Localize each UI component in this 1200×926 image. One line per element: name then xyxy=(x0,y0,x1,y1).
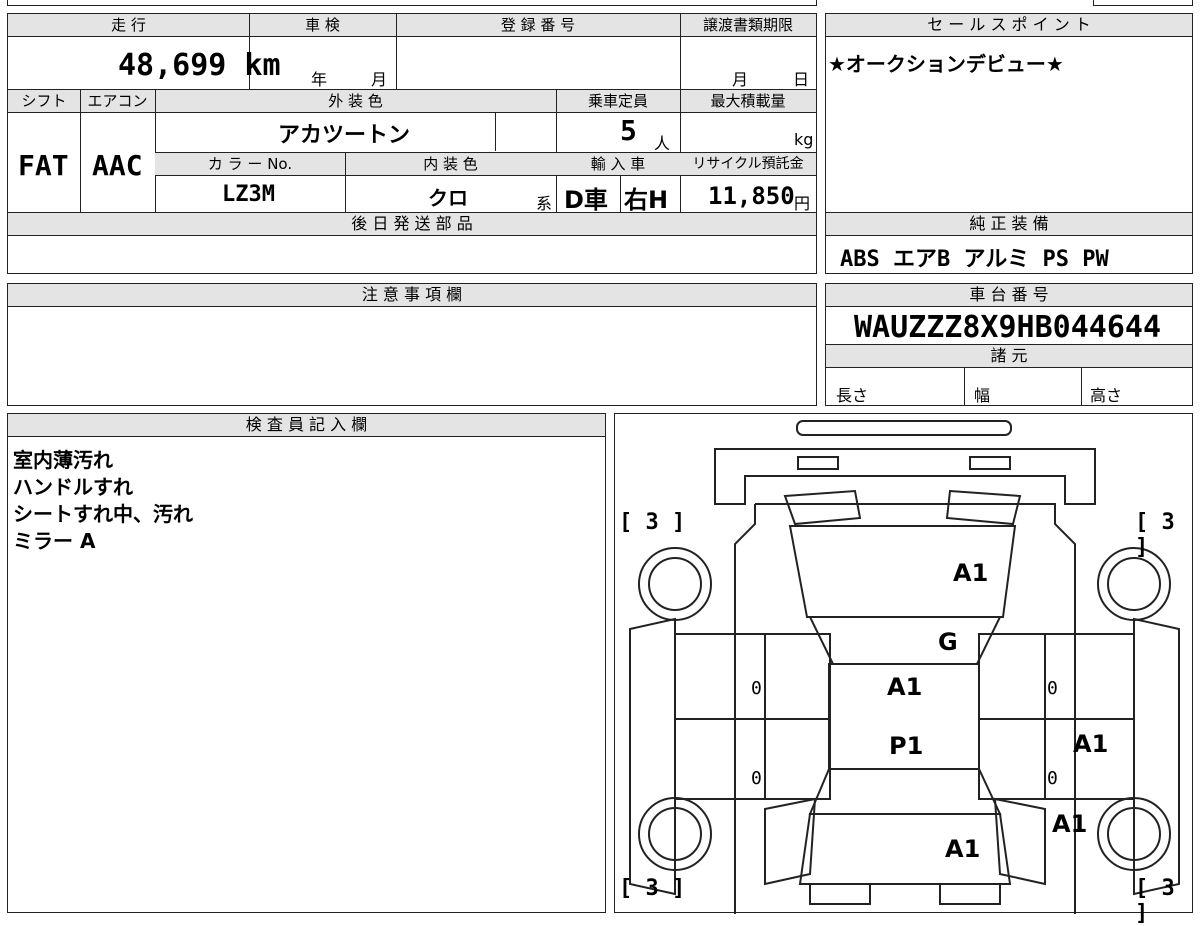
import-header: 輸 入 車 xyxy=(556,152,680,176)
windshield-condition: G xyxy=(938,628,958,656)
exterior-color-value: アカツートン xyxy=(278,123,411,148)
shift-value: FAT xyxy=(18,149,69,182)
tire-front-right: [ 3 ] xyxy=(1135,510,1175,560)
interior-color-value: クロ xyxy=(428,186,468,210)
hood-condition: A1 xyxy=(953,559,989,587)
specs-header: 諸 元 xyxy=(826,344,1192,368)
tire-rear-right: [ 3 ] xyxy=(1135,876,1175,926)
roof-front-condition: A1 xyxy=(887,673,923,701)
inspection-month-label: 月 xyxy=(371,70,388,89)
notes-header: 注 意 事 項 欄 xyxy=(8,284,816,307)
equipment-header: 純 正 装 備 xyxy=(826,213,1192,236)
car-outline-diagram xyxy=(629,420,1180,914)
interior-suffix: 系 xyxy=(536,194,553,213)
registration-header: 登 録 番 号 xyxy=(396,14,680,37)
roof-rear-condition: P1 xyxy=(889,732,924,760)
inspection-year-label: 年 xyxy=(311,70,328,89)
exterior-color-header: 外 装 色 xyxy=(155,90,556,113)
inspector-line-1: 室内薄汚れ xyxy=(13,448,113,472)
right-front-door-zero: 0 xyxy=(1047,678,1058,699)
left-front-door-zero: 0 xyxy=(751,678,762,699)
later-parts-header: 後 日 発 送 部 品 xyxy=(8,213,816,236)
color-no-header: カ ラ ー No. xyxy=(155,152,345,176)
car-diagram-box: [ 3 ] [ 3 ] [ 3 ] [ 3 ] A1 G A1 P1 A1 A1… xyxy=(614,413,1193,926)
specs-length-label: 長さ xyxy=(836,386,869,405)
tire-rear-left: [ 3 ] xyxy=(619,876,686,901)
equipment-box: 純 正 装 備 ABS エアB アルミ PS PW xyxy=(825,212,1193,274)
specs-height-label: 高さ xyxy=(1090,386,1123,405)
specs-width-label: 幅 xyxy=(974,386,991,405)
capacity-value: 5 xyxy=(620,114,637,147)
steering-value: 右H xyxy=(624,186,669,214)
inspector-box: 検 査 員 記 入 欄 室内薄汚れ ハンドルすれ シートすれ中、汚れ ミラー A xyxy=(7,413,606,913)
mileage-header: 走 行 xyxy=(8,14,249,37)
mileage-value: 48,699 km xyxy=(118,48,281,83)
recycle-fee-value: 11,850 xyxy=(708,182,795,210)
notes-box: 注 意 事 項 欄 xyxy=(7,283,817,406)
inspector-line-3: シートすれ中、汚れ xyxy=(13,502,193,526)
vehicle-info-box: 走 行 車 検 登 録 番 号 譲渡書類期限 48,699 km 年 月 月 日… xyxy=(7,13,817,214)
left-rear-door-zero: 0 xyxy=(751,768,762,789)
capacity-unit: 人 xyxy=(654,134,671,153)
right-rear-door-condition: A1 xyxy=(1073,730,1109,758)
inspector-header: 検 査 員 記 入 欄 xyxy=(8,414,605,437)
import-type-value: D車 xyxy=(564,186,608,214)
interior-color-header: 内 装 色 xyxy=(345,152,556,176)
later-parts-box: 後 日 発 送 部 品 xyxy=(7,212,817,274)
recycle-unit: 円 xyxy=(794,194,811,213)
right-quarter-condition: A1 xyxy=(1052,810,1088,838)
max-load-header: 最大積載量 xyxy=(680,90,816,113)
inspector-line-2: ハンドルすれ xyxy=(13,475,133,499)
max-load-unit: kg xyxy=(794,130,814,149)
sales-point-header: セ ー ル ス ポ イ ン ト xyxy=(826,14,1192,37)
transfer-deadline-header: 譲渡書類期限 xyxy=(680,14,816,37)
equipment-content: ABS エアB アルミ PS PW xyxy=(840,247,1109,272)
inspection-header: 車 検 xyxy=(249,14,396,37)
top-clipped-row xyxy=(7,0,817,6)
transfer-month-label: 月 xyxy=(732,70,749,89)
chassis-header: 車 台 番 号 xyxy=(826,284,1192,307)
right-rear-door-zero: 0 xyxy=(1047,768,1058,789)
inspector-line-4: ミラー A xyxy=(13,529,96,553)
trunk-condition: A1 xyxy=(945,835,981,863)
color-no-value: LZ3M xyxy=(222,182,275,207)
sales-point-box: セ ー ル ス ポ イ ン ト ★オークションデビュー★ xyxy=(825,13,1193,213)
recycle-header: リサイクル預託金 xyxy=(680,152,816,176)
chassis-box: 車 台 番 号 WAUZZZ8X9HB044644 諸 元 長さ 幅 高さ xyxy=(825,283,1193,406)
top-clipped-right xyxy=(1093,0,1193,6)
transfer-day-label: 日 xyxy=(793,70,810,89)
aircon-header: エアコン xyxy=(80,90,155,113)
tire-front-left: [ 3 ] xyxy=(619,510,686,535)
chassis-number: WAUZZZ8X9HB044644 xyxy=(854,310,1162,345)
sales-point-content: ★オークションデビュー★ xyxy=(828,52,1064,76)
aircon-value: AAC xyxy=(92,149,143,182)
shift-header: シフト xyxy=(8,90,80,113)
capacity-header: 乗車定員 xyxy=(556,90,680,113)
